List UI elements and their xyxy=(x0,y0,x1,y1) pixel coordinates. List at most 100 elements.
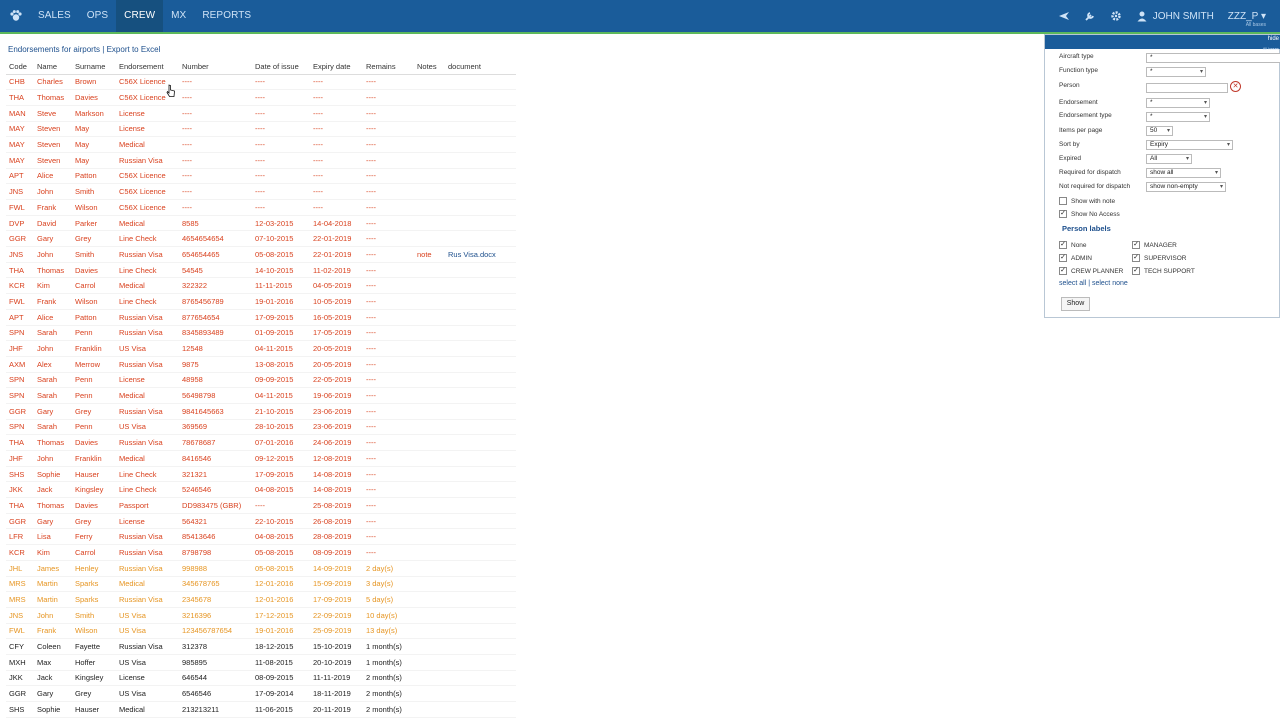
nav-sales[interactable]: SALES xyxy=(30,0,79,32)
cell-name: Kim xyxy=(34,544,72,561)
table-row[interactable]: THA Thomas Davies Passport DD983475 (GBR) ---… xyxy=(6,497,516,514)
col-notes[interactable]: Notes xyxy=(414,60,445,75)
cell-remains: ---- xyxy=(363,434,414,451)
table-row[interactable]: THA Thomas Davies Line Check 54545 14-10-2015… xyxy=(6,262,516,279)
function-type-select[interactable]: * ▾ xyxy=(1146,67,1206,77)
cell-notes xyxy=(414,544,445,561)
table-row[interactable]: THA Thomas Davies Russian Visa 78678687 07-01… xyxy=(6,434,516,451)
select-all-link[interactable]: select all xyxy=(1059,280,1086,287)
table-row[interactable]: JKK Jack Kingsley Line Check 5246546 04-08-20… xyxy=(6,481,516,499)
table-row[interactable]: JKK Jack Kingsley License 646544 08-09-2015 11… xyxy=(6,670,516,687)
table-row[interactable]: MAN Steve Markson License ---- ---- ---- ---- xyxy=(6,105,516,122)
table-row[interactable]: APT Alice Patton Russian Visa 877654654 17-09… xyxy=(6,309,516,326)
sort-by-select[interactable]: Expiry ▾ xyxy=(1146,140,1233,150)
label-admin-checkbox[interactable]: ✓ ADMIN xyxy=(1059,254,1092,262)
table-row[interactable]: GGR Gary Grey License 564321 22-10-2015 26-08-… xyxy=(6,513,516,530)
table-row[interactable]: SHS Sophie Hauser Medical 213213211 11-06-201… xyxy=(6,701,516,718)
nav-crew[interactable]: CREW xyxy=(116,0,164,32)
col-number[interactable]: Number xyxy=(179,60,252,75)
select-none-link[interactable]: select none xyxy=(1092,280,1128,287)
table-row[interactable]: GGR Gary Grey Russian Visa 9841645663 21-10-2… xyxy=(6,403,516,420)
col-document[interactable]: document xyxy=(445,60,516,75)
table-row[interactable]: MAY Steven May License ---- ---- ---- ---- xyxy=(6,121,516,138)
table-row[interactable]: KCR Kim Carrol Russian Visa 8798798 05-08-201… xyxy=(6,544,516,561)
table-row[interactable]: FWL Frank Wilson US Visa 123456787654 19-01-2… xyxy=(6,623,516,640)
label-supervisor-checkbox[interactable]: ✓ SUPERVISOR xyxy=(1132,254,1187,262)
table-row[interactable]: DVP David Parker Medical 8585 12-03-2015 14-04… xyxy=(6,215,516,232)
export-excel-link[interactable]: Export to Excel xyxy=(107,45,161,54)
required-dispatch-select[interactable]: show all ▾ xyxy=(1146,168,1221,178)
gear-icon[interactable] xyxy=(1110,10,1122,22)
table-row[interactable]: MAY Steven May Russian Visa ---- ---- ---- ---- xyxy=(6,152,516,169)
table-row[interactable]: KCR Kim Carrol Medical 322322 11-11-2015 04-05… xyxy=(6,277,516,295)
airplane-icon[interactable] xyxy=(1058,10,1070,22)
table-row[interactable]: AXM Alex Merrow Russian Visa 9875 13-08-2015 2… xyxy=(6,356,516,373)
table-row[interactable]: APT Alice Patton C56X Licence ---- ---- ---- --… xyxy=(6,168,516,185)
cell-notes[interactable]: note xyxy=(414,246,445,263)
table-row[interactable]: FWL Frank Wilson C56X Licence ---- ---- ---- --… xyxy=(6,199,516,216)
table-row[interactable]: MAY Steven May Medical ---- ---- ---- ---- xyxy=(6,136,516,153)
show-no-access-checkbox[interactable]: ✓ Show No Access xyxy=(1059,210,1120,218)
not-required-dispatch-select[interactable]: show non-empty ▾ xyxy=(1146,182,1226,192)
show-button[interactable]: Show xyxy=(1061,297,1090,311)
col-expiry-date[interactable]: Expiry date xyxy=(310,60,363,75)
person-input[interactable] xyxy=(1146,83,1228,93)
table-row[interactable]: FWL Frank Wilson Line Check 8765456789 19-01-… xyxy=(6,293,516,310)
table-row[interactable]: SPN Sarah Penn Russian Visa 8345893489 01-09-… xyxy=(6,325,516,342)
table-row[interactable]: GGR Gary Grey US Visa 6546546 17-09-2014 18-11… xyxy=(6,685,516,702)
col-issue-date[interactable]: Date of issue xyxy=(252,60,310,75)
table-row[interactable]: LFR Lisa Ferry Russian Visa 85413646 04-08-20… xyxy=(6,528,516,546)
cell-expiry-date: ---- xyxy=(310,199,363,216)
aircraft-type-select[interactable]: * xyxy=(1146,53,1280,63)
cell-document xyxy=(445,152,516,169)
endorsement-label: Endorsement xyxy=(1059,99,1098,106)
label-crew-planner-checkbox[interactable]: ✓ CREW PLANNER xyxy=(1059,267,1123,275)
col-remains[interactable]: Remains xyxy=(363,60,414,75)
cell-remains: ---- xyxy=(363,544,414,561)
table-row[interactable]: JNS John Smith C56X Licence ---- ---- ---- ---- xyxy=(6,183,516,200)
wrench-icon[interactable] xyxy=(1084,10,1096,22)
table-row[interactable]: MXH Max Hoffer US Visa 985895 11-08-2015 20-10… xyxy=(6,654,516,671)
table-row[interactable]: CHB Charles Brown C56X Licence ---- ---- ---- -… xyxy=(6,74,516,91)
nav-ops[interactable]: OPS xyxy=(79,0,116,32)
table-row[interactable]: JNS John Smith Russian Visa 654654465 05-08-2… xyxy=(6,246,516,263)
table-row[interactable]: JHF John Franklin US Visa 12548 04-11-2015 20-… xyxy=(6,340,516,357)
workspace-menu[interactable]: ZZZ_P ▾ All bases xyxy=(1228,11,1266,28)
table-row[interactable]: MRS Martin Sparks Russian Visa 2345678 12-01-… xyxy=(6,591,516,608)
col-name[interactable]: Name xyxy=(34,60,72,75)
label-none-checkbox[interactable]: ✓ None xyxy=(1059,241,1087,249)
table-row[interactable]: JNS John Smith US Visa 3216396 17-12-2015 22-0… xyxy=(6,607,516,624)
table-row[interactable]: JHL James Henley Russian Visa 998988 05-08-20… xyxy=(6,560,516,577)
col-surname[interactable]: Surname xyxy=(72,60,116,75)
nav-mx[interactable]: MX xyxy=(163,0,194,32)
cell-issue-date: 04-08-2015 xyxy=(252,528,310,546)
hide-panel-link[interactable]: hide xyxy=(1268,36,1279,42)
col-endorsement[interactable]: Endorsement xyxy=(116,60,179,75)
cell-endorsement: US Visa xyxy=(116,607,179,624)
nav-reports[interactable]: REPORTS xyxy=(194,0,259,32)
table-row[interactable]: SPN Sarah Penn US Visa 369569 28-10-2015 23-06… xyxy=(6,419,516,436)
table-row[interactable]: THA Thomas Davies C56X Licence ---- ---- ---- -… xyxy=(6,89,516,106)
table-row[interactable]: JHF John Franklin Medical 8416546 09-12-2015 1… xyxy=(6,450,516,467)
user-menu[interactable]: JOHN SMITH xyxy=(1136,10,1214,22)
label-tech-support-checkbox[interactable]: ✓ TECH SUPPORT xyxy=(1132,267,1195,275)
app-logo-icon[interactable] xyxy=(9,9,23,23)
col-code[interactable]: Code xyxy=(6,60,34,75)
table-row[interactable]: GGR Gary Grey Line Check 4654654654 07-10-201… xyxy=(6,230,516,248)
cell-code: MAY xyxy=(6,152,34,169)
endorsement-type-select[interactable]: * ▾ xyxy=(1146,112,1210,122)
cell-name: Jack xyxy=(34,481,72,499)
items-per-page-select[interactable]: 50 ▾ xyxy=(1146,126,1173,136)
table-row[interactable]: SHS Sophie Hauser Line Check 321321 17-09-201… xyxy=(6,466,516,483)
expired-select[interactable]: All ▾ xyxy=(1146,154,1192,164)
show-with-note-checkbox[interactable]: Show with note xyxy=(1059,197,1115,205)
label-manager-checkbox[interactable]: ✓ MANAGER xyxy=(1132,241,1177,249)
endorsement-select[interactable]: * ▾ xyxy=(1146,98,1210,108)
clear-person-icon[interactable]: ✕ xyxy=(1230,81,1241,92)
table-row[interactable]: SPN Sarah Penn License 48958 09-09-2015 22-05-… xyxy=(6,372,516,389)
cell-surname: Penn xyxy=(72,372,116,389)
table-row[interactable]: CFY Coleen Fayette Russian Visa 312378 18-12-… xyxy=(6,638,516,655)
table-row[interactable]: SPN Sarah Penn Medical 56498798 04-11-2015 19-… xyxy=(6,387,516,404)
table-row[interactable]: MRS Martin Sparks Medical 345678765 12-01-201… xyxy=(6,576,516,593)
cell-document[interactable]: Rus Visa.docx xyxy=(445,246,516,263)
